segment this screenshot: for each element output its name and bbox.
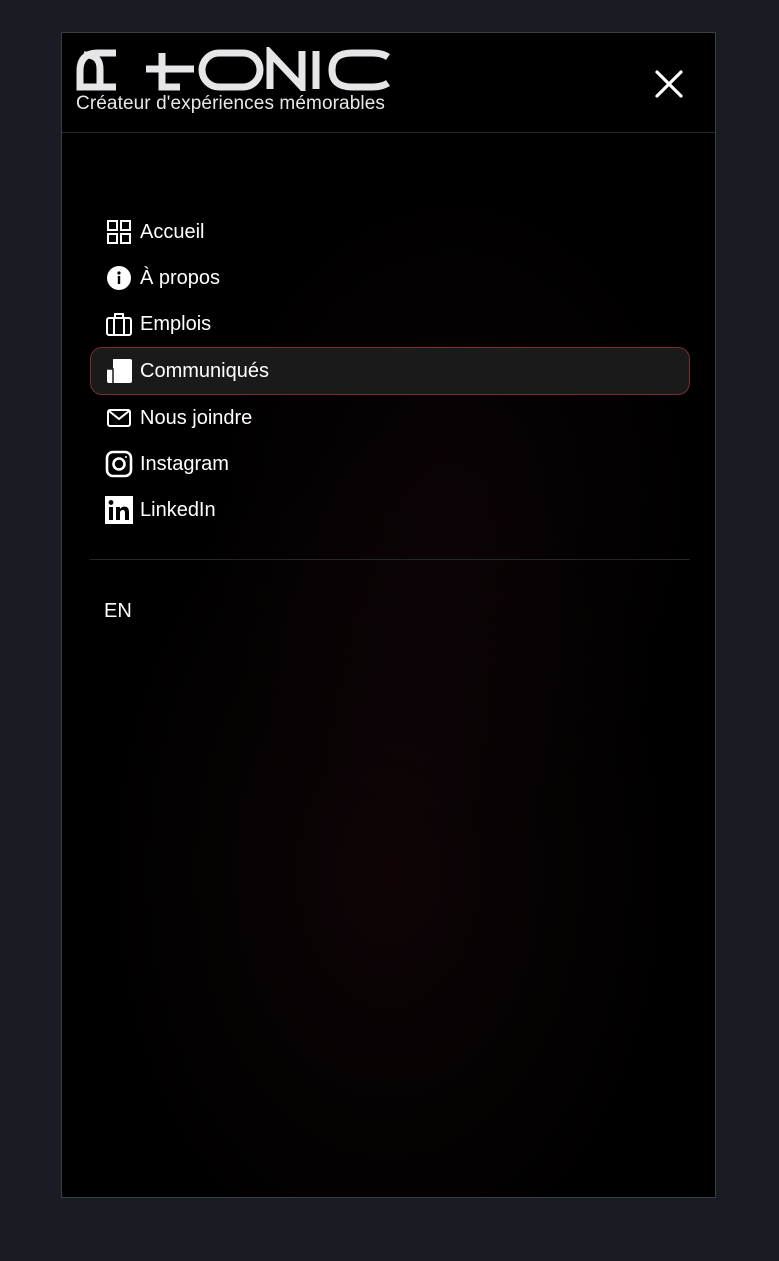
nav-item-label: Instagram bbox=[140, 452, 229, 475]
nav-item-label: Emplois bbox=[140, 312, 212, 335]
language-switch[interactable]: EN bbox=[104, 600, 132, 623]
nav-item-label: Communiqués bbox=[140, 359, 269, 382]
close-icon bbox=[655, 70, 683, 98]
nav-item-instagram[interactable]: Instagram bbox=[90, 441, 690, 487]
newspaper-icon bbox=[105, 357, 133, 385]
info-icon bbox=[105, 264, 133, 292]
nav-item-nous-joindre[interactable]: Nous joindre bbox=[90, 395, 690, 441]
nav-item-a-propos[interactable]: À propos bbox=[90, 255, 690, 301]
mail-icon bbox=[105, 404, 133, 432]
tonic-logo[interactable] bbox=[76, 47, 392, 91]
grid-icon bbox=[105, 218, 133, 246]
nav-item-label: À propos bbox=[140, 266, 221, 289]
nav-item-label: Accueil bbox=[140, 220, 205, 243]
menu-divider bbox=[90, 559, 690, 560]
nav-item-label: Nous joindre bbox=[140, 406, 253, 429]
nav-item-communiques[interactable]: Communiqués bbox=[90, 347, 690, 395]
close-button[interactable] bbox=[652, 67, 686, 101]
nav-item-label: LinkedIn bbox=[140, 498, 216, 521]
instagram-icon bbox=[105, 450, 133, 478]
nav-item-linkedin[interactable]: LinkedIn bbox=[90, 487, 690, 533]
linkedin-icon bbox=[105, 496, 133, 524]
main-navigation: Accueil À propos Emplois Communiqués Nou… bbox=[90, 209, 690, 533]
menu-header: Créateur d'expériences mémorables bbox=[62, 33, 715, 133]
brand-tagline: Créateur d'expériences mémorables bbox=[76, 93, 385, 114]
mobile-menu-panel: Créateur d'expériences mémorables Accuei… bbox=[61, 32, 716, 1198]
nav-item-emplois[interactable]: Emplois bbox=[90, 301, 690, 347]
nav-item-accueil[interactable]: Accueil bbox=[90, 209, 690, 255]
briefcase-icon bbox=[105, 310, 133, 338]
